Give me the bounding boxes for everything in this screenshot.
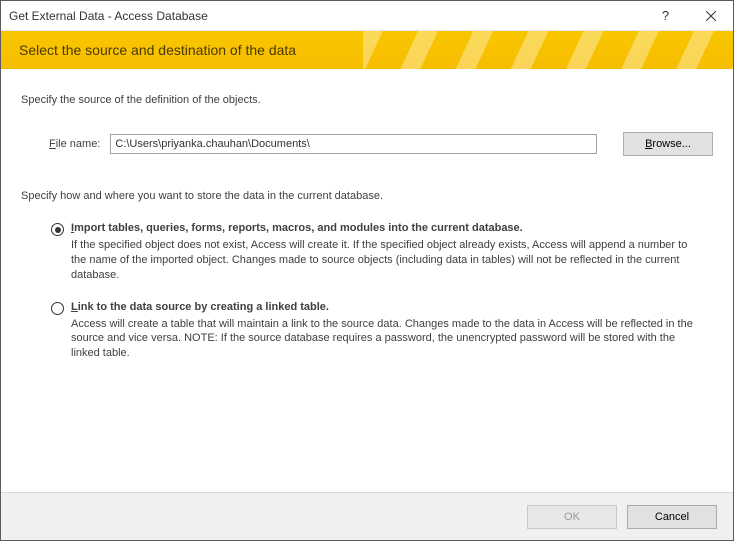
dialog-window: Get External Data - Access Database ? Se… xyxy=(0,0,734,541)
ok-button[interactable]: OK xyxy=(527,505,617,529)
close-icon xyxy=(706,11,716,21)
radio-import[interactable] xyxy=(51,223,64,236)
content-area: Specify the source of the definition of … xyxy=(1,69,733,492)
file-row: File name: Browse... xyxy=(49,132,713,156)
option-link[interactable]: Link to the data source by creating a li… xyxy=(51,301,713,362)
titlebar: Get External Data - Access Database ? xyxy=(1,1,733,31)
radio-link[interactable] xyxy=(51,302,64,315)
footer: OK Cancel xyxy=(1,492,733,540)
source-prompt: Specify the source of the definition of … xyxy=(21,94,713,106)
option-import-desc: If the specified object does not exist, … xyxy=(71,238,713,283)
radio-link-wrap xyxy=(51,301,71,315)
option-link-title: Link to the data source by creating a li… xyxy=(71,301,713,313)
window-title: Get External Data - Access Database xyxy=(9,9,208,23)
browse-button[interactable]: Browse... xyxy=(623,132,713,156)
cancel-button[interactable]: Cancel xyxy=(627,505,717,529)
file-name-label: File name: xyxy=(49,138,100,150)
help-button[interactable]: ? xyxy=(643,1,688,30)
titlebar-controls: ? xyxy=(643,1,733,30)
option-group: Import tables, queries, forms, reports, … xyxy=(51,222,713,361)
option-link-text: Link to the data source by creating a li… xyxy=(71,301,713,362)
header-title: Select the source and destination of the… xyxy=(19,42,296,58)
option-import-title: Import tables, queries, forms, reports, … xyxy=(71,222,713,234)
header-band: Select the source and destination of the… xyxy=(1,31,733,69)
option-link-desc: Access will create a table that will mai… xyxy=(71,317,713,362)
radio-import-wrap xyxy=(51,222,71,236)
store-prompt: Specify how and where you want to store … xyxy=(21,190,713,202)
close-button[interactable] xyxy=(688,1,733,30)
option-import[interactable]: Import tables, queries, forms, reports, … xyxy=(51,222,713,283)
option-import-text: Import tables, queries, forms, reports, … xyxy=(71,222,713,283)
file-name-input[interactable] xyxy=(110,134,597,154)
